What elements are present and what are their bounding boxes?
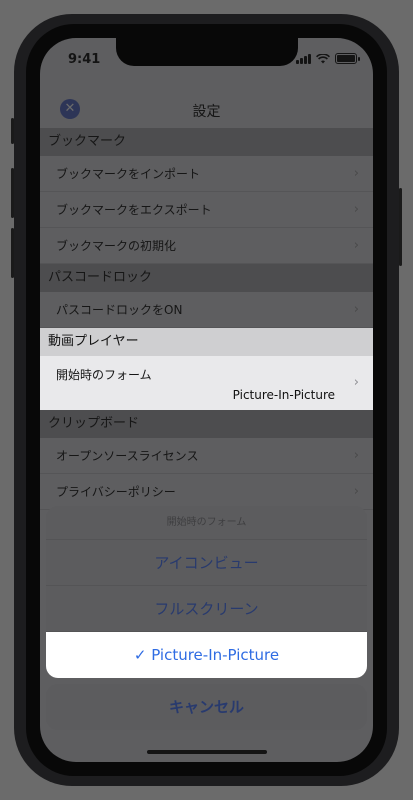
cellular-signal-icon <box>296 53 311 64</box>
page-title: 設定 <box>192 104 221 120</box>
volume-down-button <box>11 228 14 278</box>
option-icon-view[interactable]: アイコンビュー <box>46 540 367 586</box>
action-sheet-options: 開始時のフォーム アイコンビュー フルスクリーン ✓ Picture-In-Pi… <box>46 506 367 678</box>
action-sheet-title: 開始時のフォーム <box>46 506 367 540</box>
section-header-bookmark: ブックマーク <box>40 128 373 156</box>
row-label: ブックマークの初期化 <box>56 239 177 253</box>
chevron-right-icon: › <box>353 302 359 317</box>
home-indicator <box>147 750 267 754</box>
row-export-bookmarks[interactable]: ブックマークをエクスポート › <box>40 192 373 228</box>
volume-up-button <box>11 168 14 218</box>
row-value: Picture-In-Picture <box>232 388 335 402</box>
row-open-source-licenses[interactable]: オープンソースライセンス › <box>40 438 373 474</box>
section-header-passcode: パスコードロック <box>40 264 373 292</box>
wifi-icon <box>316 53 330 63</box>
screen: 9:41 ✕ 設定 ブックマーク ブックマークをインポート › ブックマークをエ… <box>40 38 373 762</box>
chevron-right-icon: › <box>353 238 359 253</box>
chevron-right-icon: › <box>353 375 359 390</box>
battery-icon <box>335 53 360 64</box>
row-import-bookmarks[interactable]: ブックマークをインポート › <box>40 156 373 192</box>
action-sheet: 開始時のフォーム アイコンビュー フルスクリーン ✓ Picture-In-Pi… <box>46 506 367 730</box>
row-label: オープンソースライセンス <box>56 449 199 463</box>
row-privacy-policy[interactable]: プライバシーポリシー › <box>40 474 373 510</box>
row-label: ブックマークをインポート <box>56 167 201 181</box>
chevron-right-icon: › <box>353 448 359 463</box>
row-start-form[interactable]: 開始時のフォーム Picture-In-Picture › <box>40 356 373 410</box>
section-header-clipboard: クリップボード <box>40 410 373 438</box>
row-label: ブックマークをエクスポート <box>56 203 212 217</box>
chevron-right-icon: › <box>353 202 359 217</box>
settings-list: ブックマーク ブックマークをインポート › ブックマークをエクスポート › ブッ… <box>40 128 373 510</box>
status-time: 9:41 <box>68 52 101 67</box>
row-passcode-lock[interactable]: パスコードロックをON › <box>40 292 373 328</box>
cancel-button[interactable]: キャンセル <box>46 684 367 730</box>
power-button <box>399 188 402 266</box>
row-label: プライバシーポリシー <box>56 485 176 499</box>
mute-switch <box>11 118 14 144</box>
notch <box>116 38 298 66</box>
row-label: パスコードロックをON <box>56 303 183 317</box>
chevron-right-icon: › <box>353 166 359 181</box>
status-icons <box>296 53 360 64</box>
row-label: 開始時のフォーム <box>56 368 152 382</box>
section-header-video-player: 動画プレイヤー <box>40 328 373 356</box>
option-picture-in-picture[interactable]: ✓ Picture-In-Picture <box>46 632 367 678</box>
option-fullscreen[interactable]: フルスクリーン <box>46 586 367 632</box>
chevron-right-icon: › <box>353 484 359 499</box>
row-reset-bookmarks[interactable]: ブックマークの初期化 › <box>40 228 373 264</box>
nav-bar: ✕ 設定 <box>40 93 373 125</box>
